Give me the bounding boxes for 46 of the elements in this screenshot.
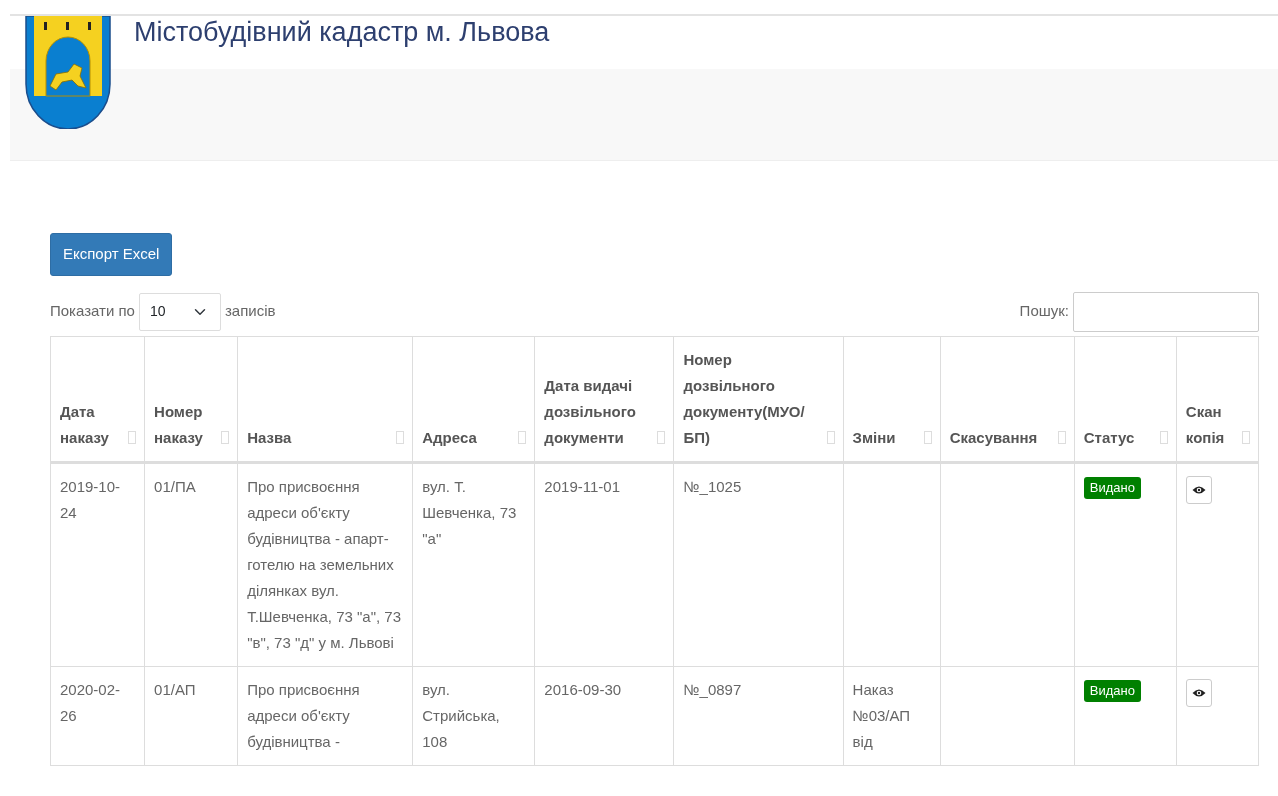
column-header[interactable]: Номер наказу — [144, 336, 238, 462]
search-label: Пошук: — [1019, 301, 1069, 322]
table-cell: вул. Т. Шевченка, 73 "а" — [412, 462, 535, 666]
view-scan-button[interactable] — [1185, 678, 1212, 707]
sort-icon — [396, 430, 405, 444]
table-cell: №_1025 — [673, 462, 844, 666]
table-cell: №_0897 — [673, 666, 844, 765]
eye-icon — [1191, 687, 1206, 698]
sort-icon — [1057, 430, 1066, 444]
search-field[interactable] — [1073, 291, 1259, 332]
table-cell: Наказ №03/АП від — [843, 666, 941, 765]
table-cell: 2020-02-26 — [50, 666, 145, 765]
length-label: записів — [224, 301, 276, 322]
column-header[interactable]: Зміни — [843, 336, 941, 462]
eye-icon — [1191, 484, 1206, 495]
table-cell: 2019-10-24 — [50, 462, 145, 666]
sort-icon — [923, 430, 932, 444]
table-cell: вул. Стрийська, 108 — [412, 666, 535, 765]
table-cell: 2016-09-30 — [534, 666, 674, 765]
status-badge: Видано — [1083, 679, 1141, 702]
sort-icon — [1242, 430, 1250, 444]
table-cell: 2019-11-01 — [534, 462, 674, 666]
column-header[interactable]: Статус — [1074, 336, 1177, 462]
table-cell: Про присвоєння адреси об'єкту будівництва - — [237, 666, 413, 765]
sort-icon — [657, 430, 666, 444]
sort-icon — [221, 430, 230, 444]
table-cell: 01/АП — [144, 666, 238, 765]
column-header[interactable]: Дата видачі дозвільного документи — [534, 336, 674, 462]
column-header[interactable]: Скасування — [940, 336, 1075, 462]
column-header[interactable]: Скан копія — [1176, 336, 1259, 462]
column-header[interactable]: Дата наказу — [50, 336, 145, 462]
sort-icon — [128, 430, 137, 444]
sort-icon — [826, 430, 835, 444]
sort-icon — [1159, 430, 1168, 444]
export-excel-button[interactable]: Експорт Excel — [50, 233, 173, 276]
table-cell: Про присвоєння адреси об'єкту будівництва - апарт-готелю на земельних ділянках вул. Т.Шевченка, 73 "а", 73 "в", 73 "д" у м. Львові — [237, 462, 413, 666]
status-badge: Видано — [1083, 476, 1141, 499]
column-header[interactable]: Адреса — [412, 336, 535, 462]
page-length-select[interactable]: 10 — [138, 292, 221, 331]
sort-icon — [518, 430, 527, 444]
table-cell: 01/ПА — [144, 462, 238, 666]
length-label: Показати по — [50, 301, 135, 322]
site-title: Містобудівний кадастр м. Львова — [134, 16, 551, 48]
column-header[interactable]: Номер дозвільного документу(МУО/ БП) — [673, 336, 844, 462]
column-header[interactable]: Назва — [237, 336, 413, 462]
view-scan-button[interactable] — [1185, 475, 1212, 504]
